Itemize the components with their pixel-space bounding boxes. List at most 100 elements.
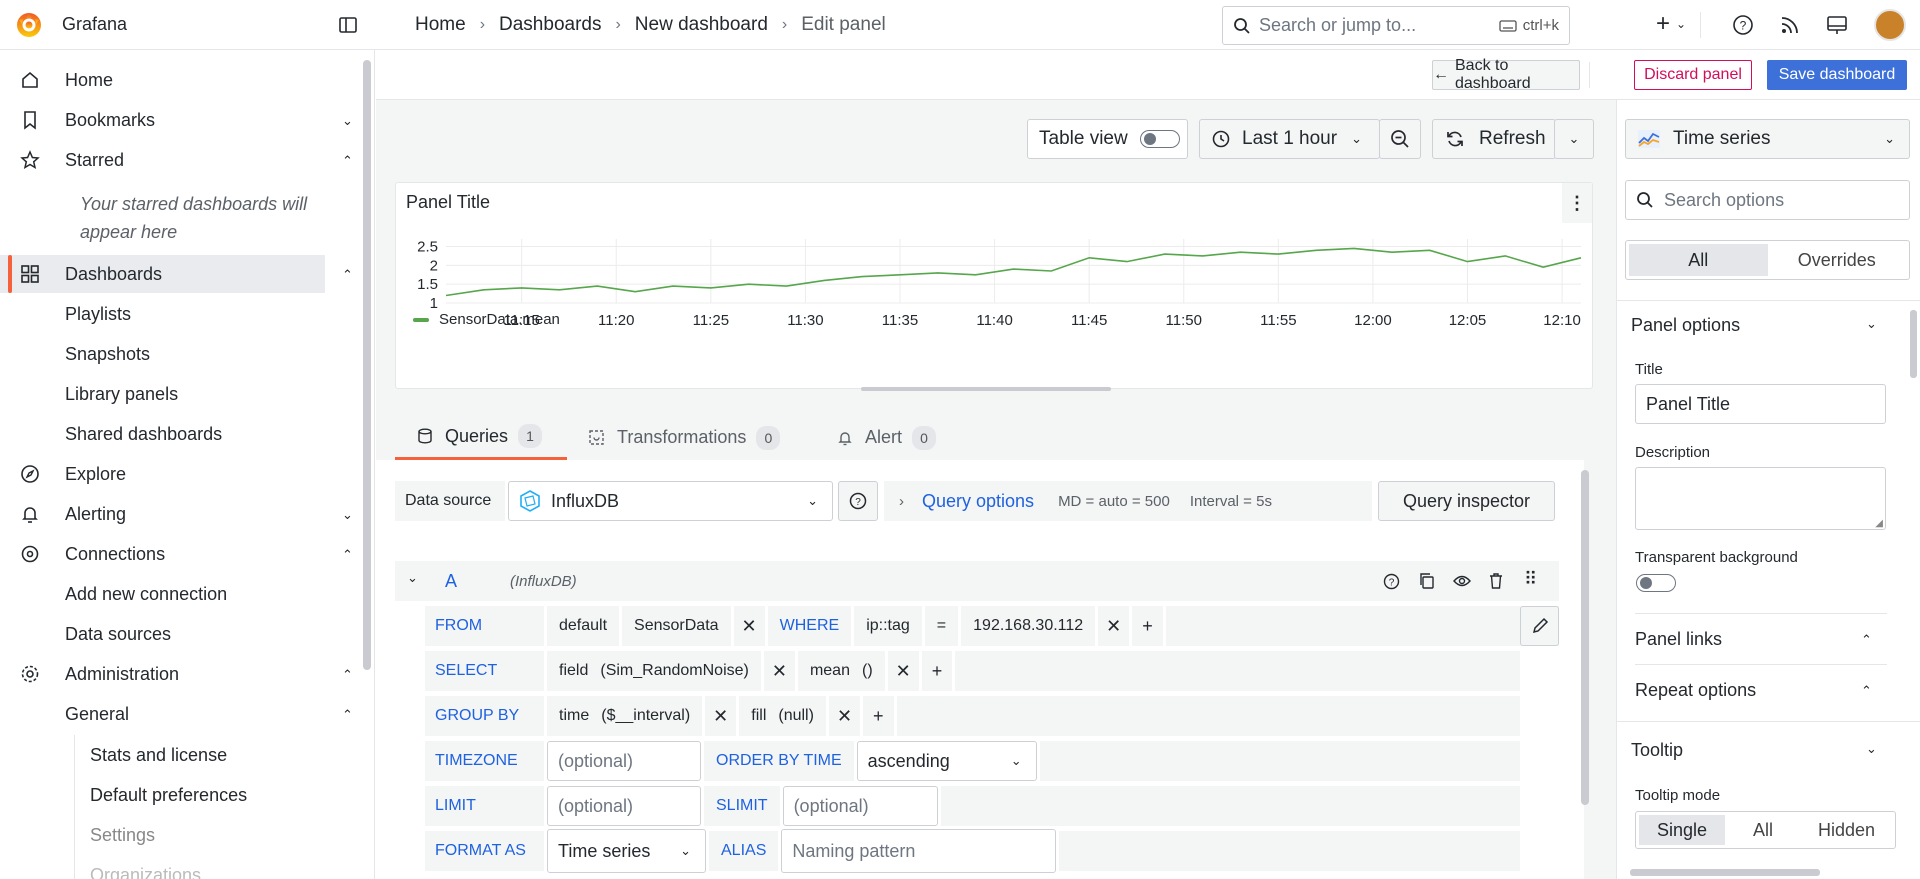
copy-icon[interactable] [1418, 572, 1435, 590]
refresh-button[interactable]: Refresh [1432, 119, 1556, 159]
add-group-plus-icon[interactable]: + [863, 696, 894, 736]
select-aggregate-arg[interactable]: () [861, 651, 885, 691]
tooltip-mode-hidden[interactable]: Hidden [1801, 815, 1892, 845]
breadcrumb-dashboards[interactable]: Dashboards [499, 14, 601, 36]
user-avatar[interactable] [1874, 9, 1906, 41]
group-fill-fn[interactable]: fill [739, 696, 779, 736]
panel-options-header[interactable]: Panel options [1631, 315, 1740, 336]
sidebar-item-data-sources[interactable]: Data sources [65, 624, 171, 645]
chevron-down-icon[interactable]: ⌄ [1866, 316, 1877, 332]
group-time-fn[interactable]: time [547, 696, 602, 736]
query-row-header[interactable]: ⌄ A (InfluxDB) ? ⠿ [395, 561, 1559, 601]
tab-transformations[interactable]: Transformations 0 [588, 415, 781, 460]
where-tag[interactable]: ip::tag [854, 606, 922, 646]
breadcrumb-new-dashboard[interactable]: New dashboard [635, 14, 768, 36]
query-options-bar[interactable]: › Query options MD = auto = 500 Interval… [884, 481, 1372, 521]
tab-all[interactable]: All [1629, 244, 1768, 276]
sidebar-item-stats-and-license[interactable]: Stats and license [90, 745, 227, 766]
time-range-picker[interactable]: Last 1 hour ⌄ [1199, 119, 1380, 159]
tooltip-header[interactable]: Tooltip [1631, 740, 1683, 761]
sidebar-item-add-new-connection[interactable]: Add new connection [65, 584, 227, 605]
breadcrumb-home[interactable]: Home [415, 14, 466, 36]
sidebar-item-playlists[interactable]: Playlists [65, 304, 131, 325]
group-fill-arg[interactable]: (null) [778, 696, 826, 736]
sidebar-item-home[interactable]: Home [0, 61, 360, 99]
add-select-plus-icon[interactable]: + [921, 651, 953, 691]
options-horizontal-scrollbar[interactable] [1630, 869, 1820, 876]
chevron-up-icon[interactable]: ⌃ [342, 153, 354, 168]
datasource-picker[interactable]: InfluxDB ⌄ [508, 481, 833, 521]
datasource-help-button[interactable]: ? [838, 481, 878, 521]
chevron-down-icon[interactable]: ⌄ [342, 507, 354, 522]
sidebar-item-default-preferences[interactable]: Default preferences [90, 785, 247, 806]
tab-queries[interactable]: Queries 1 [395, 415, 567, 460]
sidebar-item-snapshots[interactable]: Snapshots [65, 344, 150, 365]
chevron-up-icon[interactable]: ⌃ [1861, 632, 1872, 648]
repeat-options-header[interactable]: Repeat options [1635, 680, 1756, 701]
sidebar-item-dashboards[interactable]: Dashboards [0, 255, 325, 293]
remove-aggregate-icon[interactable]: ✕ [887, 651, 919, 691]
chevron-down-icon[interactable]: ⌄ [342, 113, 354, 128]
query-scrollbar[interactable] [1581, 470, 1589, 805]
refresh-interval-dropdown[interactable]: ⌄ [1554, 119, 1594, 159]
trash-icon[interactable] [1488, 572, 1504, 590]
sidebar-item-shared-dashboards[interactable]: Shared dashboards [65, 424, 222, 445]
sidebar-item-connections[interactable]: Connections ⌃ [0, 535, 360, 573]
sidebar-item-bookmarks[interactable]: Bookmarks ⌄ [0, 101, 360, 139]
chevron-down-icon[interactable]: ⌄ [407, 570, 418, 586]
remove-group-fill-icon[interactable]: ✕ [828, 696, 861, 736]
sidebar-item-starred[interactable]: Starred ⌃ [0, 141, 360, 179]
sidebar-item-general[interactable]: General ⌃ [0, 695, 360, 733]
retention-policy[interactable]: default [547, 606, 620, 646]
tab-alert[interactable]: Alert 0 [837, 415, 937, 460]
search-input[interactable]: Search or jump to... ctrl+k [1222, 6, 1570, 45]
kiosk-mode-icon[interactable] [1826, 14, 1848, 36]
search-options-input[interactable]: Search options [1625, 180, 1910, 220]
sidebar-item-settings[interactable]: Settings [90, 825, 155, 846]
chevron-down-icon[interactable]: ⌄ [1866, 741, 1877, 757]
measurement[interactable]: SensorData [622, 606, 731, 646]
chevron-up-icon[interactable]: ⌃ [342, 267, 353, 283]
select-field-arg[interactable]: (Sim_RandomNoise) [600, 651, 761, 691]
alias-input[interactable]: Naming pattern [781, 829, 1057, 873]
where-operator[interactable]: = [924, 606, 959, 646]
chevron-up-icon[interactable]: ⌃ [1861, 683, 1872, 699]
description-textarea[interactable]: ◢ [1635, 467, 1886, 530]
sidebar-scrollbar[interactable] [363, 60, 371, 670]
timezone-input[interactable]: (optional) [547, 741, 701, 781]
remove-measurement-icon[interactable]: ✕ [733, 606, 765, 646]
eye-icon[interactable] [1453, 574, 1471, 588]
drag-handle-icon[interactable]: ⠿ [1524, 569, 1537, 590]
toggle-raw-query-button[interactable] [1520, 606, 1559, 646]
new-button[interactable]: + ⌄ [1656, 12, 1686, 36]
zoom-out-button[interactable] [1379, 119, 1421, 159]
remove-field-icon[interactable]: ✕ [763, 651, 795, 691]
sidebar-item-explore[interactable]: Explore [0, 455, 360, 493]
group-time-arg[interactable]: ($__interval) [601, 696, 703, 736]
legend-item[interactable]: SensorData.mean [413, 311, 560, 328]
help-icon[interactable]: ? [1732, 14, 1754, 36]
sidebar-item-administration[interactable]: Administration ⌃ [0, 655, 360, 693]
sidebar-item-library-panels[interactable]: Library panels [65, 384, 178, 405]
title-input[interactable]: Panel Title [1635, 384, 1886, 424]
options-scrollbar[interactable] [1910, 310, 1917, 378]
sidebar-item-alerting[interactable]: Alerting ⌄ [0, 495, 360, 533]
format-as-select[interactable]: Time series ⌄ [547, 829, 706, 873]
add-condition-plus-icon[interactable]: + [1132, 606, 1163, 646]
save-dashboard-button[interactable]: Save dashboard [1767, 60, 1907, 90]
dock-menu-icon[interactable] [338, 15, 358, 35]
panel-menu-button[interactable]: ⋮ [1562, 183, 1592, 223]
remove-condition-icon[interactable]: ✕ [1098, 606, 1130, 646]
where-value[interactable]: 192.168.30.112 [961, 606, 1096, 646]
select-aggregate-fn[interactable]: mean [797, 651, 862, 691]
grafana-logo-icon[interactable] [14, 10, 44, 40]
visualization-picker[interactable]: Time series ⌄ [1625, 119, 1910, 159]
chevron-up-icon[interactable]: ⌃ [342, 667, 354, 682]
tooltip-mode-single[interactable]: Single [1639, 815, 1725, 845]
help-icon[interactable]: ? [1383, 573, 1400, 590]
chevron-up-icon[interactable]: ⌃ [342, 547, 354, 562]
tab-overrides[interactable]: Overrides [1768, 244, 1907, 276]
chevron-up-icon[interactable]: ⌃ [342, 707, 354, 722]
toggle-switch[interactable] [1140, 130, 1180, 148]
select-field-fn[interactable]: field [547, 651, 601, 691]
